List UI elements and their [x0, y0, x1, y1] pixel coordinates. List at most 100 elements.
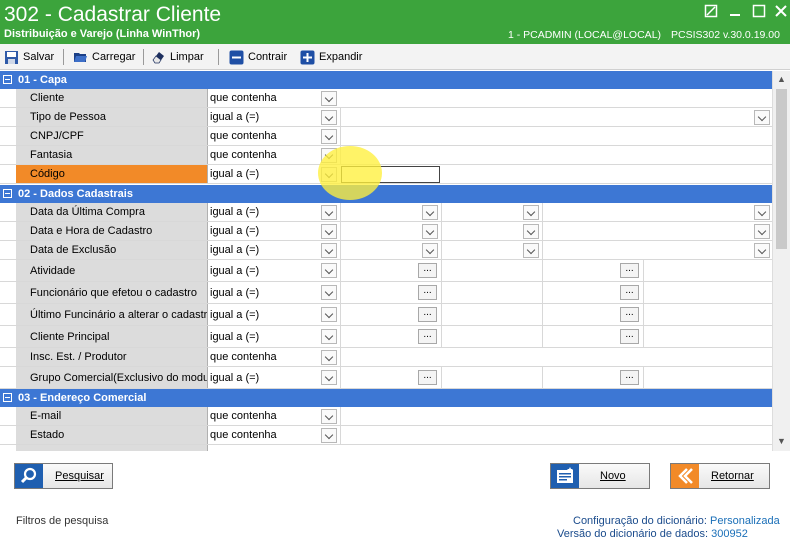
- operator-select[interactable]: igual a (=): [208, 367, 338, 388]
- window-subtitle: Distribuição e Varejo (Linha WinThor): [4, 28, 201, 40]
- floppy-disk-icon: [4, 50, 19, 65]
- back-label: Retornar: [711, 470, 754, 482]
- date-picker-icon[interactable]: [523, 243, 539, 258]
- date-picker-icon[interactable]: [523, 205, 539, 220]
- operator-select[interactable]: igual a (=): [208, 108, 338, 126]
- filter-row-atividade: Atividade igual a (=) ... ...: [0, 260, 772, 282]
- folder-open-icon: [73, 50, 88, 65]
- expand-button[interactable]: Expandir: [300, 48, 362, 66]
- filter-row-cliente-principal: Cliente Principal igual a (=) ... ...: [0, 326, 772, 348]
- collapse-toggle-icon[interactable]: [3, 189, 12, 198]
- lookup-button[interactable]: ...: [418, 307, 437, 322]
- chevron-down-icon[interactable]: [321, 110, 337, 125]
- save-button[interactable]: Salvar: [4, 48, 54, 66]
- filter-label: Último Funcinário a alterar o cadastro: [16, 304, 208, 325]
- date-picker-icon[interactable]: [422, 243, 438, 258]
- date-picker-icon[interactable]: [523, 224, 539, 239]
- status-label: Filtros de pesquisa: [16, 515, 109, 527]
- operator-select[interactable]: igual a (=): [208, 203, 338, 221]
- chevron-down-icon[interactable]: [321, 91, 337, 106]
- load-button[interactable]: Carregar: [73, 48, 135, 66]
- vertical-scrollbar[interactable]: ▲ ▼: [772, 71, 790, 451]
- filter-row-cnpj-cpf: CNPJ/CPF que contenha: [0, 127, 772, 146]
- operator-select[interactable]: igual a (=): [208, 222, 338, 240]
- lookup-button[interactable]: ...: [620, 307, 639, 322]
- chevron-down-icon[interactable]: [321, 129, 337, 144]
- close-icon[interactable]: [772, 4, 790, 20]
- date-picker-icon[interactable]: [422, 224, 438, 239]
- section-title: 02 - Dados Cadastrais: [18, 188, 133, 200]
- lookup-button[interactable]: ...: [620, 285, 639, 300]
- lookup-button[interactable]: ...: [620, 370, 639, 385]
- filter-row-data-exclusao: Data de Exclusão igual a (=): [0, 241, 772, 260]
- operator-select[interactable]: que contenha: [208, 426, 338, 444]
- lookup-button[interactable]: ...: [418, 329, 437, 344]
- filter-label: Atividade: [16, 260, 208, 281]
- plus-square-icon: [300, 50, 315, 65]
- filter-row-data-ultima-compra: Data da Última Compra igual a (=): [0, 203, 772, 222]
- operator-select[interactable]: igual a (=): [208, 282, 338, 303]
- collapse-button[interactable]: Contrair: [229, 48, 287, 66]
- collapse-toggle-icon[interactable]: [3, 75, 12, 84]
- lookup-button[interactable]: ...: [620, 263, 639, 278]
- scroll-down-icon[interactable]: ▼: [777, 437, 786, 446]
- collapse-toggle-icon[interactable]: [3, 393, 12, 402]
- chevron-down-icon[interactable]: [321, 285, 337, 300]
- chevron-down-icon[interactable]: [321, 350, 337, 365]
- section-header-capa[interactable]: 01 - Capa: [0, 71, 772, 89]
- chevron-down-icon[interactable]: [321, 307, 337, 322]
- maximize-icon[interactable]: [750, 4, 768, 20]
- operator-select[interactable]: que contenha: [208, 127, 338, 145]
- value-dropdown-icon[interactable]: [754, 224, 770, 239]
- value-dropdown-icon[interactable]: [754, 110, 770, 125]
- operator-select[interactable]: igual a (=): [208, 304, 338, 325]
- magnifier-icon: [15, 464, 43, 488]
- expand-label: Expandir: [319, 51, 363, 63]
- filter-label: Grupo Comercial(Exclusivo do modulo 7): [16, 367, 208, 388]
- lookup-button[interactable]: ...: [418, 370, 437, 385]
- filter-row-cliente: Cliente que contenha: [0, 89, 772, 108]
- operator-select[interactable]: que contenha: [208, 146, 338, 164]
- new-label: Novo: [600, 470, 626, 482]
- value-dropdown-icon[interactable]: [754, 243, 770, 258]
- clear-button[interactable]: Limpar: [151, 48, 204, 66]
- chevron-down-icon[interactable]: [321, 409, 337, 424]
- filter-label: Funcionário que efetou o cadastro: [16, 282, 208, 303]
- chevron-down-icon[interactable]: [321, 428, 337, 443]
- date-picker-icon[interactable]: [422, 205, 438, 220]
- filter-label: Data da Última Compra: [16, 203, 208, 221]
- operator-select[interactable]: que contenha: [208, 348, 338, 366]
- lookup-button[interactable]: ...: [418, 285, 437, 300]
- chevron-down-icon[interactable]: [321, 205, 337, 220]
- operator-select[interactable]: igual a (=): [208, 260, 338, 281]
- chevron-down-icon[interactable]: [321, 263, 337, 278]
- section-title: 01 - Capa: [18, 74, 67, 86]
- value-dropdown-icon[interactable]: [754, 205, 770, 220]
- scrollbar-thumb[interactable]: [776, 89, 787, 249]
- lookup-button[interactable]: ...: [418, 263, 437, 278]
- new-button[interactable]: Novo: [550, 463, 650, 489]
- chevron-down-icon[interactable]: [321, 329, 337, 344]
- operator-select[interactable]: igual a (=): [208, 241, 338, 259]
- operator-select[interactable]: igual a (=): [208, 326, 338, 347]
- filter-label: Cliente Principal: [16, 326, 208, 347]
- lookup-button[interactable]: ...: [620, 329, 639, 344]
- chevron-down-icon[interactable]: [321, 370, 337, 385]
- scroll-up-icon[interactable]: ▲: [777, 75, 786, 84]
- chevron-down-icon[interactable]: [321, 224, 337, 239]
- back-button[interactable]: Retornar: [670, 463, 770, 489]
- filter-label: Insc. Est. / Produtor: [16, 348, 208, 366]
- dict-version: Versão do dicionário de dados: 300952: [557, 528, 748, 540]
- minimize-icon[interactable]: [726, 4, 744, 20]
- filter-label: E-mail: [16, 407, 208, 425]
- section-header-endereco-comercial[interactable]: 03 - Endereço Comercial: [0, 389, 772, 407]
- section-header-dados-cadastrais[interactable]: 02 - Dados Cadastrais: [0, 185, 772, 203]
- operator-select[interactable]: que contenha: [208, 89, 338, 107]
- filter-row-codigo: Código igual a (=): [0, 165, 772, 184]
- chevron-down-icon[interactable]: [321, 243, 337, 258]
- collapse-label: Contrair: [248, 51, 288, 63]
- search-button[interactable]: Pesquisar: [14, 463, 113, 489]
- operator-select[interactable]: que contenha: [208, 407, 338, 425]
- filter-row-insc-est: Insc. Est. / Produtor que contenha: [0, 348, 772, 367]
- restore-icon[interactable]: [702, 4, 720, 20]
